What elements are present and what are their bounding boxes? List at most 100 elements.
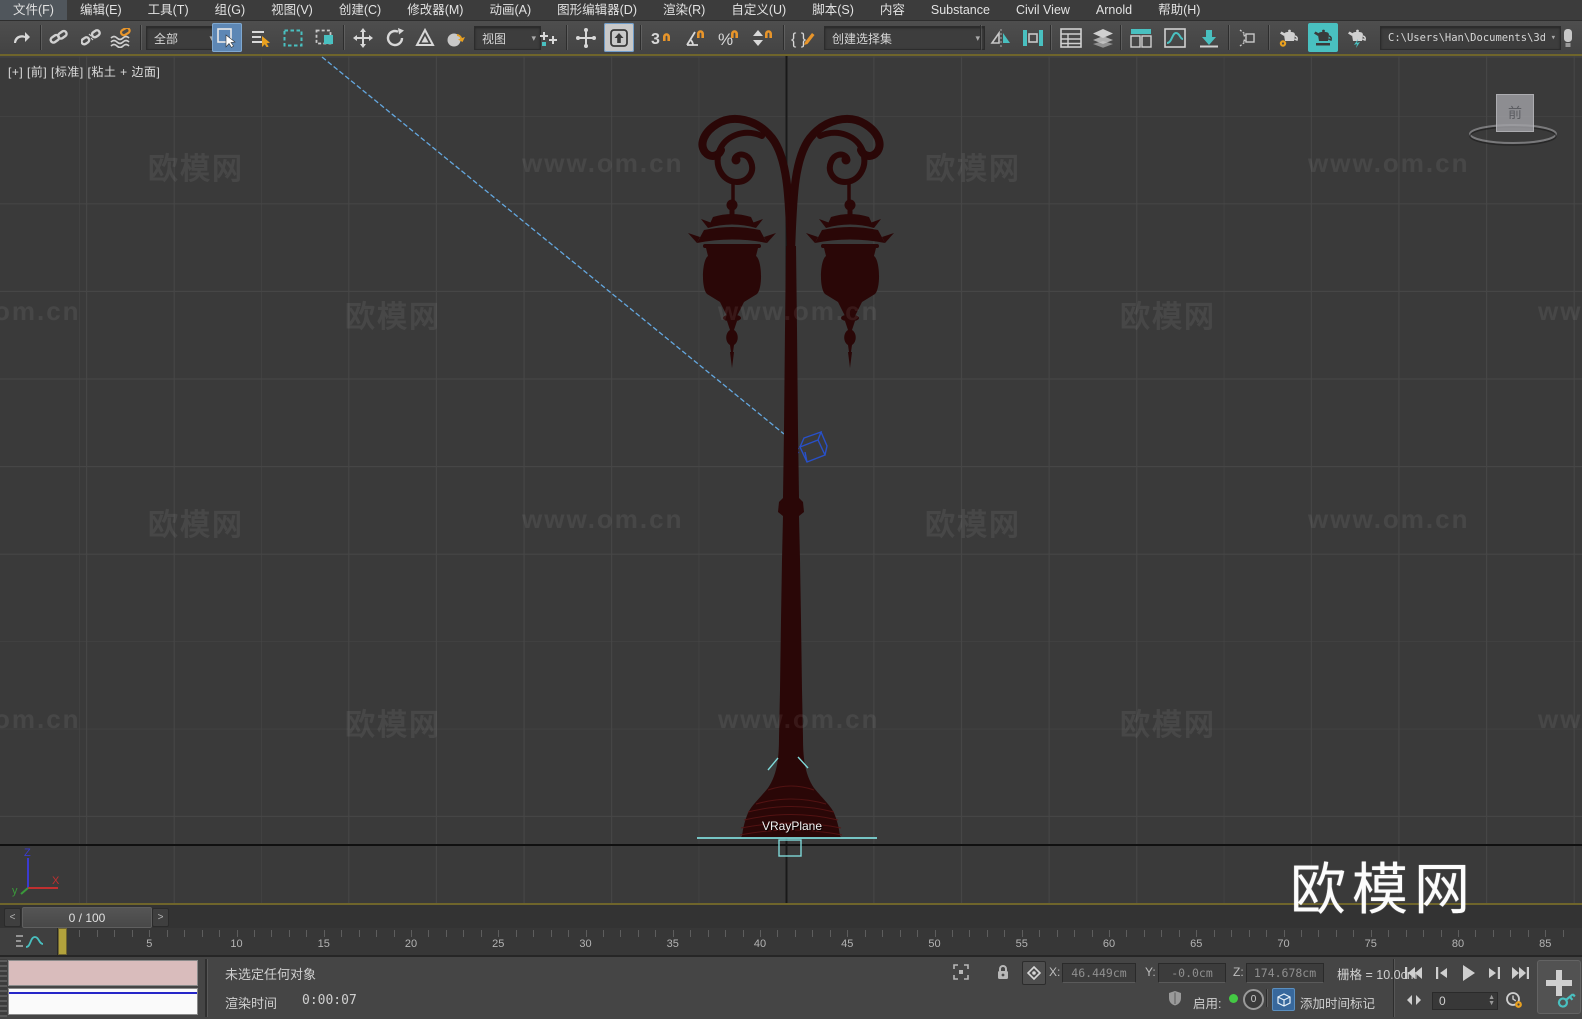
- schematic-view-button[interactable]: [1194, 23, 1224, 52]
- select-and-scale-button[interactable]: [410, 23, 440, 52]
- isolate-selection-toggle[interactable]: [950, 962, 972, 982]
- set-key-button[interactable]: [1537, 960, 1581, 1014]
- spinner-snap-toggle[interactable]: [748, 23, 778, 52]
- named-selection-set-value: 创建选择集: [832, 31, 893, 46]
- frame-tick: [428, 930, 430, 937]
- clipped-toolbar-icon[interactable]: [1556, 23, 1580, 52]
- track-bar[interactable]: 0510152025303540455055606570758085: [0, 928, 1582, 956]
- mini-curve-editor-button[interactable]: [0, 928, 58, 955]
- menu-animation[interactable]: 动画(A): [476, 0, 544, 20]
- go-to-end-button[interactable]: [1508, 962, 1533, 984]
- time-slider-prev-button[interactable]: <: [4, 908, 21, 927]
- menu-rendering[interactable]: 渲染(R): [650, 0, 718, 20]
- render-time-label: 渲染时间: [225, 996, 278, 1011]
- named-selection-set-dropdown[interactable]: 创建选择集 ▾: [824, 26, 985, 50]
- layer-explorer-toggle[interactable]: [1088, 23, 1118, 52]
- menu-group[interactable]: 组(G): [202, 0, 259, 20]
- select-and-manipulate-button[interactable]: [571, 23, 601, 52]
- render-production-button[interactable]: [1342, 23, 1372, 52]
- rectangular-selection-region-button[interactable]: [278, 23, 308, 52]
- edit-named-sets-button[interactable]: { }: [788, 23, 818, 52]
- statusbar-grip[interactable]: [0, 959, 7, 1017]
- time-slider-next-button[interactable]: >: [152, 908, 169, 927]
- zero-badge[interactable]: 0: [1243, 989, 1264, 1010]
- menu-views[interactable]: 视图(V): [258, 0, 326, 20]
- viewcube[interactable]: 前: [1496, 94, 1534, 132]
- frame-tick: [1423, 930, 1425, 937]
- go-to-start-button[interactable]: [1400, 962, 1425, 984]
- menu-civil-view[interactable]: Civil View: [1003, 0, 1083, 20]
- curve-editor-button[interactable]: [1160, 23, 1190, 52]
- menu-file[interactable]: 文件(F): [0, 0, 67, 20]
- maxscript-listener-panel[interactable]: [8, 988, 198, 1015]
- absolute-offset-mode-toggle[interactable]: [1022, 961, 1046, 985]
- add-time-tag[interactable]: 添加时间标记: [1300, 993, 1375, 1012]
- select-and-move-button[interactable]: [348, 23, 378, 52]
- time-configuration-button[interactable]: [1502, 989, 1526, 1011]
- key-mode-toggle[interactable]: [1402, 990, 1426, 1010]
- use-pivot-center-button[interactable]: [534, 23, 564, 52]
- menu-create[interactable]: 创建(C): [326, 0, 394, 20]
- viewport-label[interactable]: [+] [前] [标准] [粘土 + 边面]: [8, 63, 160, 80]
- menu-help[interactable]: 帮助(H): [1145, 0, 1213, 20]
- reference-coord-dropdown[interactable]: 视图 ▾: [474, 26, 541, 50]
- current-frame-marker[interactable]: [58, 928, 67, 955]
- vrayplane-label[interactable]: VRayPlane: [755, 819, 829, 833]
- bind-spacewarp-icon[interactable]: [106, 23, 136, 52]
- keyboard-override-toggle[interactable]: [604, 23, 634, 52]
- current-frame-field[interactable]: 0 ▲ ▼: [1432, 992, 1498, 1010]
- frame-tick: [79, 930, 81, 937]
- menu-substance[interactable]: Substance: [918, 0, 1003, 20]
- render-setup-button[interactable]: [1274, 23, 1304, 52]
- time-slider-handle[interactable]: 0 / 100: [22, 907, 152, 928]
- macro-recorder-panel[interactable]: [8, 960, 198, 986]
- menu-content[interactable]: 内容: [867, 0, 918, 20]
- dashed-arrows-icon[interactable]: [1234, 23, 1264, 52]
- scene-explorer-toggle[interactable]: [1056, 23, 1086, 52]
- mirror-button[interactable]: [986, 23, 1016, 52]
- unlink-icon[interactable]: [76, 23, 106, 52]
- previous-frame-button[interactable]: [1428, 962, 1453, 984]
- menu-graph-editors[interactable]: 图形编辑器(D): [544, 0, 650, 20]
- window-crossing-toggle[interactable]: [310, 23, 340, 52]
- ribbon-toggle[interactable]: [1126, 23, 1156, 52]
- angle-snap-toggle[interactable]: [680, 23, 710, 52]
- menu-modifiers[interactable]: 修改器(M): [394, 0, 476, 20]
- selection-filter-dropdown[interactable]: 全部 ▾: [146, 26, 219, 50]
- viewport-front[interactable]: Z X y [+] [前] [标准] [粘土 + 边面] 前 VRayPlane…: [0, 56, 1582, 903]
- frame-tick: [1161, 930, 1163, 937]
- project-folder-dropdown[interactable]: C:\Users\Han\Documents\3ds Max 2022 ▾: [1380, 26, 1561, 50]
- y-coordinate-field[interactable]: -0.0cm: [1158, 963, 1226, 983]
- frame-tick: [794, 930, 796, 937]
- time-tag-cube-button[interactable]: [1272, 988, 1295, 1011]
- menu-arnold[interactable]: Arnold: [1083, 0, 1145, 20]
- z-coordinate-field[interactable]: 174.678cm: [1246, 963, 1324, 983]
- selection-lock-toggle[interactable]: [992, 962, 1014, 982]
- helper-cube-gizmo[interactable]: [793, 430, 828, 463]
- menu-tools[interactable]: 工具(T): [135, 0, 202, 20]
- select-by-name-button[interactable]: [246, 23, 276, 52]
- select-and-rotate-button[interactable]: [380, 23, 410, 52]
- menu-edit[interactable]: 编辑(E): [67, 0, 135, 20]
- next-frame-button[interactable]: [1482, 962, 1507, 984]
- frame-tick: [1021, 930, 1023, 937]
- menu-customize[interactable]: 自定义(U): [718, 0, 799, 20]
- snap-toggle-3d[interactable]: 3: [646, 23, 676, 52]
- select-and-place-button[interactable]: [440, 23, 470, 52]
- frame-label: 50: [928, 938, 941, 950]
- select-object-button[interactable]: [212, 23, 242, 52]
- menu-scripting[interactable]: 脚本(S): [799, 0, 867, 20]
- play-button[interactable]: [1454, 961, 1481, 985]
- align-button[interactable]: [1018, 23, 1048, 52]
- lamp-model[interactable]: [688, 119, 894, 838]
- frame-spinner[interactable]: ▲ ▼: [1488, 994, 1495, 1007]
- frame-tick: [306, 930, 308, 937]
- x-coordinate-field[interactable]: 46.449cm: [1062, 963, 1136, 983]
- redo-button[interactable]: [6, 23, 36, 52]
- percent-snap-toggle[interactable]: %: [714, 23, 744, 52]
- shield-icon[interactable]: [1164, 988, 1186, 1008]
- frame-tick: [1318, 930, 1320, 937]
- frame-tick: [1527, 930, 1529, 937]
- link-icon[interactable]: [44, 23, 74, 52]
- rendered-frame-window-button[interactable]: [1308, 23, 1338, 52]
